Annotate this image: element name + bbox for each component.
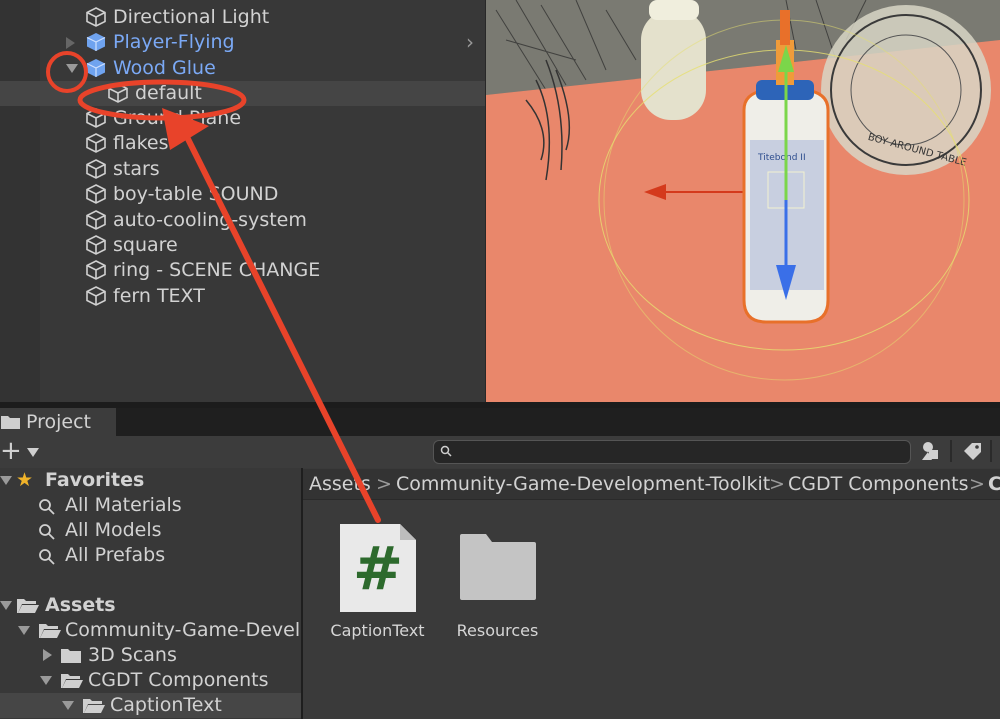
annotation-circle [46,51,88,93]
annotation-arrow-line [183,132,381,523]
annotation-overlay [46,51,381,523]
annotation-ellipse [77,79,247,121]
